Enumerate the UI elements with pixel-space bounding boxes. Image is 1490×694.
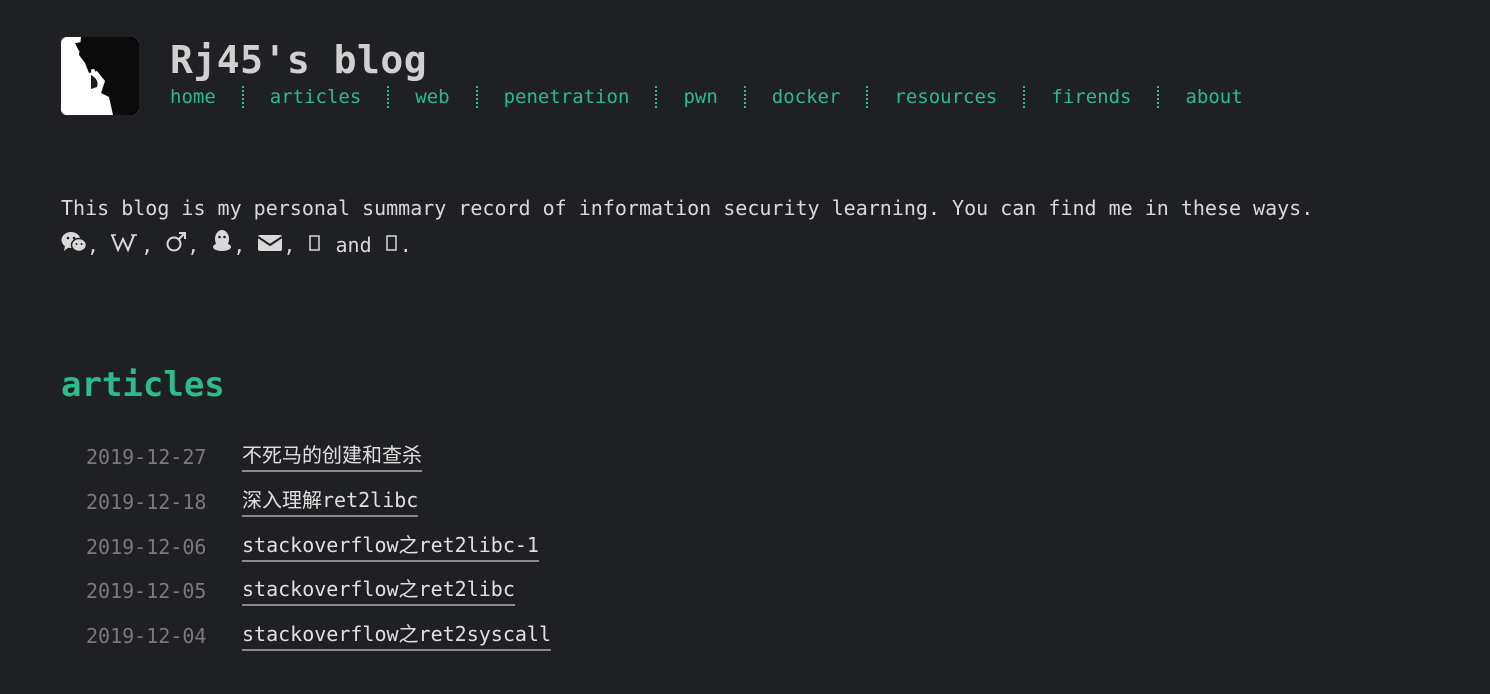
- nav-divider: [1023, 86, 1026, 108]
- post-link[interactable]: stackoverflow之ret2syscall: [242, 619, 551, 652]
- post-link[interactable]: stackoverflow之ret2libc-1: [242, 530, 539, 562]
- nav-about[interactable]: about: [1185, 85, 1242, 109]
- nav-divider: [387, 86, 390, 108]
- nav-docker[interactable]: docker: [772, 85, 841, 109]
- missing-glyph-icon[interactable]: [384, 228, 400, 265]
- post-date: 2019-12-05: [86, 579, 207, 604]
- post-link[interactable]: 不死马的创建和查杀: [242, 440, 422, 472]
- and-text: and: [335, 233, 372, 257]
- site-title[interactable]: Rj45's blog: [170, 37, 1243, 83]
- period: .: [399, 233, 412, 257]
- list-item: 2019-12-06 stackoverflow之ret2libc-1: [86, 530, 551, 575]
- nav-pwn[interactable]: pwn: [683, 85, 717, 109]
- comma-sep: ,: [233, 233, 246, 257]
- comma-sep: ,: [283, 233, 296, 257]
- wechat-icon[interactable]: [61, 228, 88, 265]
- nav-divider: [866, 86, 869, 108]
- qq-icon[interactable]: [211, 228, 233, 265]
- nav-divider: [655, 86, 658, 108]
- nav-divider: [1157, 86, 1160, 108]
- missing-glyph-icon[interactable]: [307, 228, 323, 265]
- site-header: Rj45's blog home articles web penetratio…: [61, 37, 1243, 115]
- avatar[interactable]: [61, 37, 139, 115]
- gender-icon[interactable]: [165, 228, 187, 265]
- comma-sep: ,: [187, 233, 200, 257]
- nav-divider: [743, 86, 746, 108]
- comma-sep: ,: [141, 233, 154, 257]
- nav-articles[interactable]: articles: [270, 85, 362, 109]
- list-item: 2019-12-05 stackoverflow之ret2libc: [86, 574, 551, 619]
- mail-icon[interactable]: [257, 228, 283, 265]
- avatar-image: [61, 37, 139, 115]
- post-date: 2019-12-27: [86, 445, 207, 469]
- nav-penetration[interactable]: penetration: [504, 85, 630, 109]
- article-list: 2019-12-27 不死马的创建和查杀 2019-12-18 深入理解ret2…: [86, 440, 551, 664]
- post-date: 2019-12-06: [86, 534, 207, 559]
- articles-heading: articles: [61, 365, 225, 405]
- wikipedia-icon[interactable]: [111, 228, 141, 265]
- nav-divider: [475, 86, 478, 108]
- intro-section: This blog is my personal summary record …: [61, 190, 1313, 265]
- nav-home[interactable]: home: [170, 85, 216, 109]
- list-item: 2019-12-27 不死马的创建和查杀: [86, 440, 551, 485]
- post-link[interactable]: 深入理解ret2libc: [242, 485, 419, 517]
- intro-text: This blog is my personal summary record …: [61, 196, 1314, 220]
- nav-firends[interactable]: firends: [1051, 85, 1131, 109]
- list-item: 2019-12-04 stackoverflow之ret2syscall: [86, 619, 551, 664]
- nav-resources[interactable]: resources: [894, 85, 997, 109]
- comma-sep: ,: [87, 233, 100, 257]
- nav-divider: [241, 86, 244, 108]
- main-nav: home articles web penetration pwn docker…: [170, 85, 1243, 109]
- post-date: 2019-12-18: [86, 489, 207, 514]
- nav-web[interactable]: web: [415, 85, 449, 109]
- list-item: 2019-12-18 深入理解ret2libc: [86, 485, 551, 530]
- post-link[interactable]: stackoverflow之ret2libc: [242, 574, 515, 607]
- contact-links: , , , , , and .: [61, 227, 1313, 265]
- post-date: 2019-12-04: [86, 624, 207, 649]
